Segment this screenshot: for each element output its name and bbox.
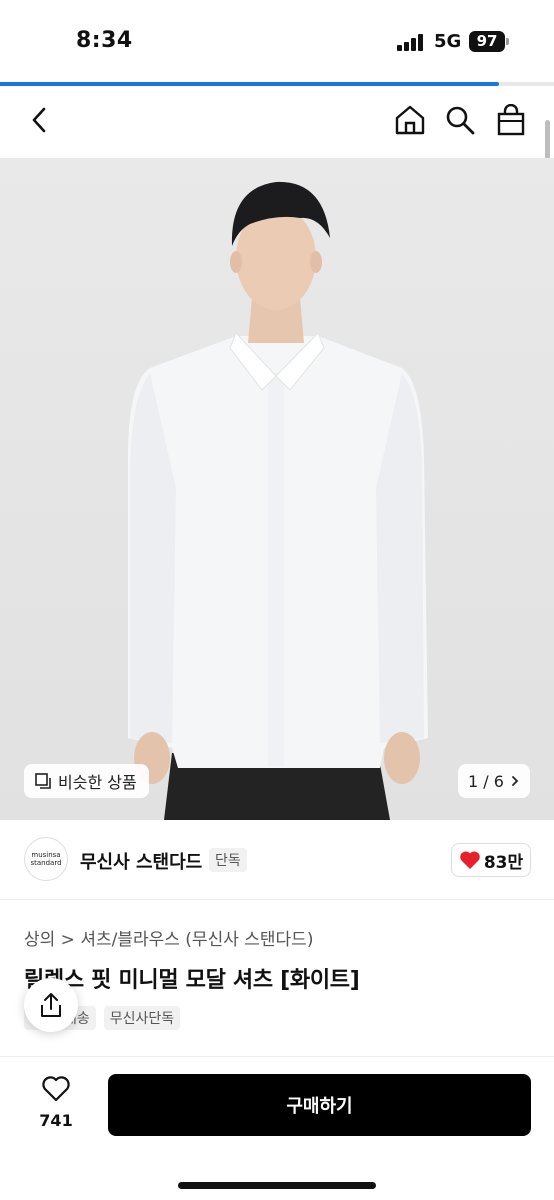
- cart-button[interactable]: [491, 100, 531, 140]
- product-image[interactable]: 비슷한 상품 1 / 6: [0, 158, 554, 820]
- category-breadcrumb[interactable]: 상의 > 셔츠/블라우스 (무신사 스탠다드): [24, 925, 313, 950]
- home-button[interactable]: [390, 100, 430, 140]
- heart-outline-icon: [42, 1076, 70, 1102]
- exclusive-badge: 단독: [209, 848, 247, 872]
- image-counter-label: 1 / 6: [468, 771, 504, 791]
- heart-filled-icon: [460, 851, 480, 869]
- image-counter[interactable]: 1 / 6: [458, 764, 530, 798]
- status-bar: 8:34 5G 97: [0, 0, 554, 82]
- shopping-bag-icon: [497, 104, 525, 136]
- copy-icon: [35, 773, 51, 789]
- wishlist-button[interactable]: 741: [36, 1075, 76, 1130]
- brand-name[interactable]: 무신사 스탠다드: [80, 848, 202, 874]
- signal-icon: [397, 34, 425, 51]
- share-icon: [41, 993, 61, 1017]
- search-button[interactable]: [440, 100, 480, 140]
- brand-like-count: 83만: [483, 852, 524, 873]
- brand-logo-line1: musinsa: [31, 851, 61, 859]
- battery-nub: [506, 38, 509, 45]
- back-button[interactable]: [20, 100, 60, 140]
- exclusive-tag: 무신사단독: [103, 1006, 181, 1030]
- home-icon: [395, 105, 425, 135]
- search-icon: [446, 106, 475, 135]
- product-title: 릴렉스 핏 미니멀 모달 셔츠 [화이트]: [24, 968, 360, 993]
- share-button[interactable]: [24, 978, 78, 1032]
- wishlist-count: 741: [39, 1111, 73, 1130]
- status-time: 8:34: [76, 28, 133, 53]
- network-label: 5G: [434, 31, 462, 52]
- brand-row: musinsa standard 무신사 스탠다드 단독 83만: [0, 820, 554, 900]
- chevron-right-icon: [512, 776, 519, 786]
- home-indicator: [178, 1182, 376, 1189]
- buy-button[interactable]: 구매하기: [108, 1074, 531, 1136]
- similar-products-label: 비슷한 상품: [58, 773, 137, 792]
- model-illustration: [128, 181, 428, 820]
- similar-products-button[interactable]: 비슷한 상품: [24, 764, 149, 798]
- chevron-left-icon: [32, 107, 46, 133]
- top-navigation: [0, 86, 554, 158]
- battery-icon: 97: [469, 31, 505, 52]
- brand-logo[interactable]: musinsa standard: [24, 837, 68, 881]
- bottom-action-bar: 741 구매하기: [0, 1056, 554, 1200]
- brand-logo-line2: standard: [30, 859, 62, 867]
- brand-like-button[interactable]: 83만: [451, 843, 531, 877]
